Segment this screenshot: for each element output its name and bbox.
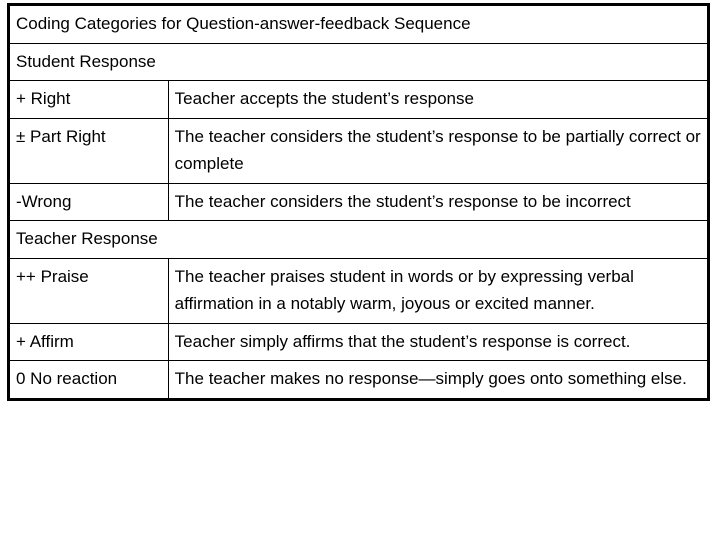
code-description: The teacher considers the student’s resp… [167, 182, 710, 222]
table-row: + Right Teacher accepts the student’s re… [8, 80, 710, 119]
section-heading-teacher-response: Teacher Response [8, 220, 709, 259]
table-title: Coding Categories for Question-answer-fe… [8, 4, 709, 44]
table-row: ± Part Right The teacher considers the s… [8, 117, 710, 184]
coding-categories-table-container: Coding Categories for Question-answer-fe… [7, 3, 710, 521]
section-heading-student-response: Student Response [8, 42, 709, 82]
code-description: The teacher praises student in words or … [167, 257, 710, 324]
table-row: -Wrong The teacher considers the student… [8, 182, 710, 222]
code-label: 0 No reaction [8, 360, 169, 400]
code-description: The teacher makes no response—simply goe… [167, 360, 710, 400]
coding-categories-table: Coding Categories for Question-answer-fe… [7, 3, 710, 401]
section-heading-row: Teacher Response [8, 220, 709, 259]
code-description: The teacher considers the student’s resp… [167, 117, 710, 184]
code-label: -Wrong [8, 182, 169, 222]
table-row: ++ Praise The teacher praises student in… [8, 257, 710, 324]
section-heading-row: Student Response [8, 42, 709, 82]
table-row: + Affirm Teacher simply affirms that the… [8, 322, 710, 362]
table-title-row: Coding Categories for Question-answer-fe… [8, 4, 709, 44]
code-label: + Right [8, 80, 169, 119]
table-row: 0 No reaction The teacher makes no respo… [8, 360, 710, 400]
code-label: ++ Praise [8, 257, 169, 324]
code-label: ± Part Right [8, 117, 169, 184]
table-body: Coding Categories for Question-answer-fe… [8, 4, 710, 400]
code-description: Teacher simply affirms that the student’… [167, 322, 710, 362]
code-label: + Affirm [8, 322, 169, 362]
code-description: Teacher accepts the student’s response [167, 80, 710, 119]
